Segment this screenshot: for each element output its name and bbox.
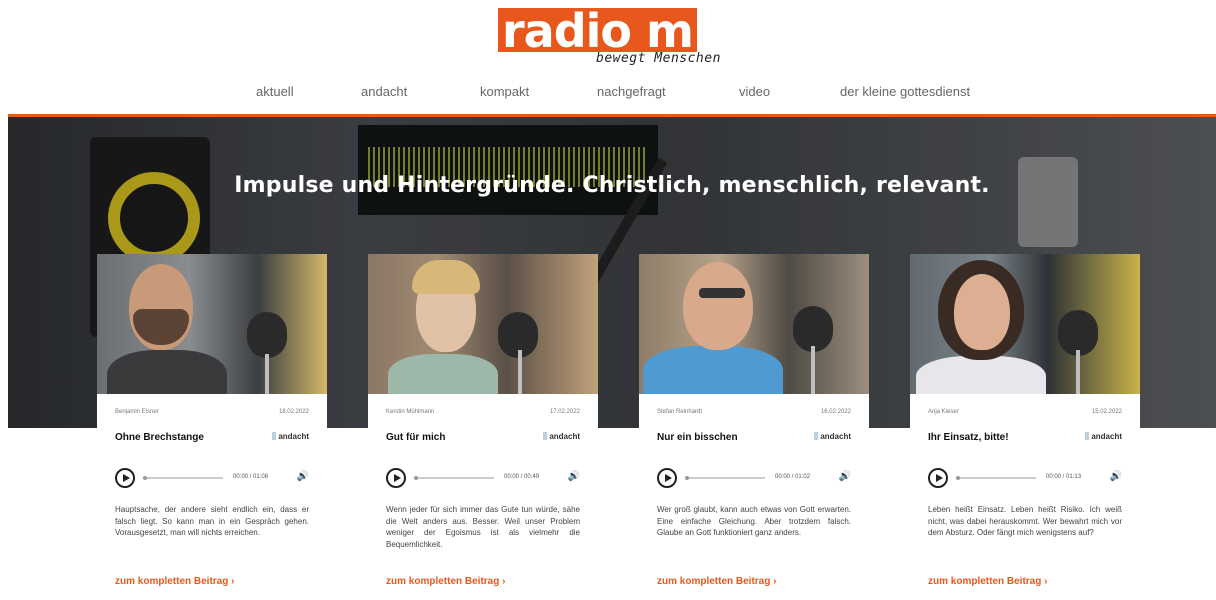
author-photo <box>368 254 598 394</box>
publish-date: 15.02.2022 <box>1091 409 1122 415</box>
card-meta: Benjamin Elsner 18.02.2022 <box>115 409 309 415</box>
play-time: 00:00 / 01:08 <box>233 474 269 480</box>
category-tag[interactable]: andacht <box>1085 432 1122 441</box>
read-more-link[interactable]: zum kompletten Beitrag › <box>386 576 505 587</box>
audio-player: 00:00 / 01:08 🔊 <box>115 468 309 490</box>
category-tag[interactable]: andacht <box>543 432 580 441</box>
nav-item-kompakt[interactable]: kompakt <box>480 84 529 99</box>
audio-player: 00:00 / 01:02 🔊 <box>657 468 851 490</box>
logo-tagline: bewegt Menschen <box>596 51 721 66</box>
play-time: 00:00 / 00:49 <box>504 474 540 480</box>
author-photo <box>97 254 327 394</box>
card-meta: Kerstin Mühlmann 17.02.2022 <box>386 409 580 415</box>
card-meta: Anja Kieser 15.02.2022 <box>928 409 1122 415</box>
read-more-link[interactable]: zum kompletten Beitrag › <box>928 576 1047 587</box>
card-excerpt: Hauptsache, der andere sieht endlich ein… <box>115 505 309 537</box>
author-photo <box>639 254 869 394</box>
progress-bar[interactable] <box>956 476 1036 480</box>
site-logo[interactable]: radio m bewegt Menschen <box>498 8 748 68</box>
category-tag[interactable]: andacht <box>272 432 309 441</box>
volume-icon[interactable]: 🔊 <box>839 471 851 482</box>
play-icon[interactable] <box>657 468 677 488</box>
play-icon[interactable] <box>386 468 406 488</box>
nav-item-video[interactable]: video <box>739 84 770 99</box>
play-icon[interactable] <box>928 468 948 488</box>
card-title[interactable]: Nur ein bisschen <box>657 432 738 443</box>
audio-player: 00:00 / 01:13 🔊 <box>928 468 1122 490</box>
hero-title: Impulse und Hintergründe. Christlich, me… <box>234 173 990 198</box>
card-title[interactable]: Gut für mich <box>386 432 445 443</box>
read-more-link[interactable]: zum kompletten Beitrag › <box>657 576 776 587</box>
category-tag[interactable]: andacht <box>814 432 851 441</box>
read-more-link[interactable]: zum kompletten Beitrag › <box>115 576 234 587</box>
play-time: 00:00 / 01:13 <box>1046 474 1082 480</box>
card-title[interactable]: Ihr Einsatz, bitte! <box>928 432 1009 443</box>
author-name: Benjamin Elsner <box>115 409 159 415</box>
play-icon[interactable] <box>115 468 135 488</box>
card-excerpt: Leben heißt Einsatz. Leben heißt Risiko.… <box>928 505 1122 537</box>
nav-item-der-kleine-gottesdienst[interactable]: der kleine gottesdienst <box>840 84 970 99</box>
article-card: Benjamin Elsner 18.02.2022 Ohne Brechsta… <box>97 254 327 600</box>
volume-icon[interactable]: 🔊 <box>1110 471 1122 482</box>
publish-date: 17.02.2022 <box>549 409 580 415</box>
card-meta: Stefan Reinhardt 16.02.2022 <box>657 409 851 415</box>
volume-icon[interactable]: 🔊 <box>568 471 580 482</box>
author-name: Stefan Reinhardt <box>657 409 703 415</box>
author-photo <box>910 254 1140 394</box>
card-title[interactable]: Ohne Brechstange <box>115 432 204 443</box>
progress-bar[interactable] <box>143 476 223 480</box>
card-excerpt: Wer groß glaubt, kann auch etwas von Got… <box>657 505 851 537</box>
article-card: Kerstin Mühlmann 17.02.2022 Gut für mich… <box>368 254 598 600</box>
nav-item-aktuell[interactable]: aktuell <box>256 84 294 99</box>
article-card: Stefan Reinhardt 16.02.2022 Nur ein biss… <box>639 254 869 600</box>
play-time: 00:00 / 01:02 <box>775 474 811 480</box>
audio-player: 00:00 / 00:49 🔊 <box>386 468 580 490</box>
nav-item-nachgefragt[interactable]: nachgefragt <box>597 84 666 99</box>
nav-item-andacht[interactable]: andacht <box>361 84 407 99</box>
article-card: Anja Kieser 15.02.2022 Ihr Einsatz, bitt… <box>910 254 1140 600</box>
volume-icon[interactable]: 🔊 <box>297 471 309 482</box>
publish-date: 18.02.2022 <box>278 409 309 415</box>
author-name: Anja Kieser <box>928 409 959 415</box>
site-header: radio m bewegt Menschen aktuell andacht … <box>0 0 1216 114</box>
card-excerpt: Wenn jeder für sich immer das Gute tun w… <box>386 505 580 549</box>
author-name: Kerstin Mühlmann <box>386 409 435 415</box>
progress-bar[interactable] <box>414 476 494 480</box>
progress-bar[interactable] <box>685 476 765 480</box>
main-nav: aktuell andacht kompakt nachgefragt vide… <box>0 84 1216 104</box>
logo-wordmark: radio m <box>498 8 697 54</box>
publish-date: 16.02.2022 <box>820 409 851 415</box>
